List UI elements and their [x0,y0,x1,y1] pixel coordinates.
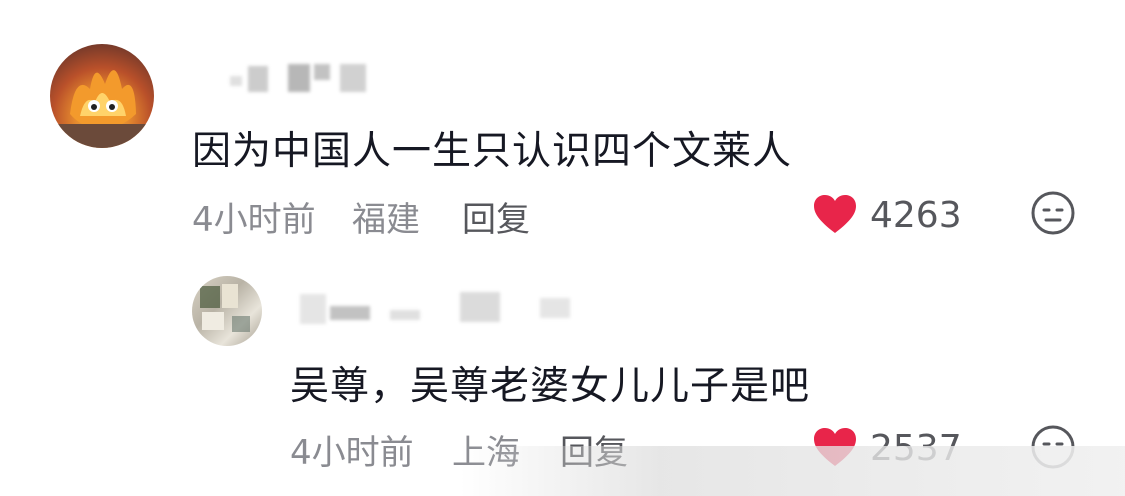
comment-location: 福建 [352,200,420,240]
comment-text: 因为中国人一生只认识四个文莱人 [192,129,793,174]
like-count: 4263 [870,195,962,236]
username-blurred[interactable] [230,62,380,92]
comment-time: 4小时前 [290,433,414,473]
emoji-reaction-icon[interactable] [1030,190,1076,236]
heart-icon[interactable] [812,193,858,235]
reply-button[interactable]: 回复 [462,192,530,241]
username-blurred[interactable] [300,288,600,328]
avatar[interactable] [192,276,262,346]
comment-time: 4小时前 [192,200,316,240]
comment-text: 吴尊，吴尊老婆女儿儿子是吧 [290,364,811,409]
avatar[interactable] [50,44,154,148]
watermark-overlay [460,446,1125,496]
